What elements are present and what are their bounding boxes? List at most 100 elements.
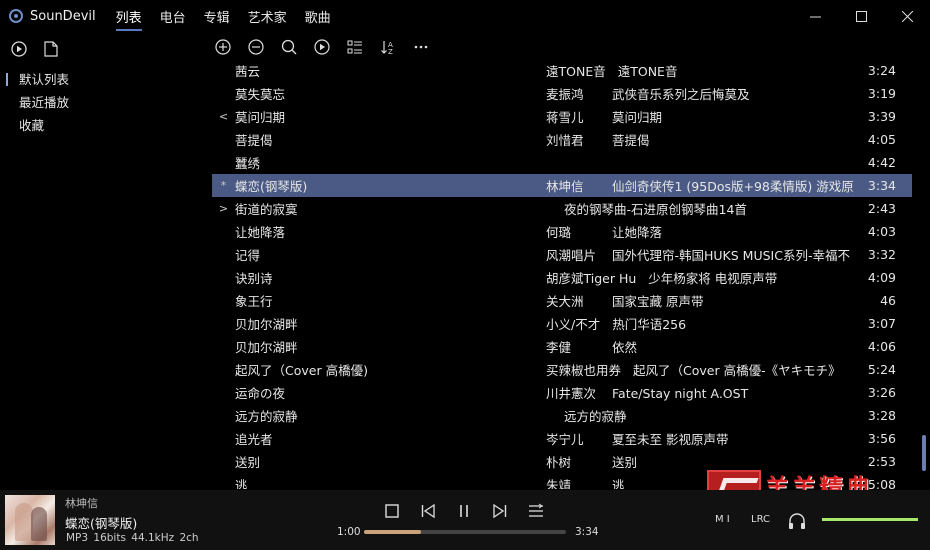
sidebar-item-default-list[interactable]: 默认列表: [0, 68, 210, 91]
track-duration: 4:05: [867, 132, 896, 147]
add-button[interactable]: [213, 37, 233, 57]
track-row[interactable]: 蠶绣 4:42: [212, 151, 912, 174]
pause-icon: [460, 505, 468, 517]
player-bar: 林坤信 蝶恋(钢琴版) MP3 16bits 44.1kHz 2ch 1:00 …: [0, 490, 930, 550]
track-row[interactable]: * 蝶恋(钢琴版) 林坤信 仙剑奇侠传1 (95Dos版+98柔情版) 游戏原声 3:3…: [212, 174, 912, 197]
track-title: 诀别诗: [235, 271, 273, 286]
track-artist-album: 何璐 让她降落: [546, 222, 854, 241]
list-icon: [347, 40, 362, 54]
app-title: SounDevil: [30, 8, 96, 24]
track-album: 远方的寂静: [564, 409, 627, 424]
svg-text:Z: Z: [388, 48, 393, 55]
track-row[interactable]: 茜云 遠TONE音 遠TONE音 3:24: [212, 59, 912, 82]
list-view-button[interactable]: [345, 37, 365, 57]
track-album: 夜的钢琴曲-石进原创钢琴曲14首: [564, 202, 747, 217]
track-title: 记得: [235, 248, 261, 263]
stop-icon: [385, 504, 399, 518]
nav-tab-album[interactable]: 专辑: [204, 4, 230, 29]
track-artist: 关大洲: [546, 294, 584, 309]
nav-tab-songs[interactable]: 歌曲: [305, 4, 331, 29]
track-duration: 5:24: [867, 362, 896, 377]
track-duration: 2:53: [867, 454, 896, 469]
track-row[interactable]: 莫失莫忘 麦振鸿 武侠音乐系列之后悔莫及 3:19: [212, 82, 912, 105]
track-artist-album: 岑宁儿 夏至未至 影视原声带: [546, 429, 854, 448]
track-duration: 4:42: [867, 155, 896, 170]
track-row[interactable]: 送别 朴树 送别 2:53: [212, 450, 912, 473]
close-button[interactable]: [884, 0, 930, 32]
track-artist: 买辣椒也用券: [546, 363, 622, 378]
new-list-button[interactable]: [42, 40, 60, 58]
track-list-scrollbar[interactable]: [918, 59, 930, 489]
track-artist: 蒋雪儿: [546, 110, 584, 125]
track-title: 远方的寂静: [235, 409, 298, 424]
lyrics-button[interactable]: LRC: [751, 514, 770, 525]
pause-button[interactable]: [453, 500, 475, 522]
more-button[interactable]: [411, 37, 431, 57]
track-row[interactable]: 追光者 岑宁儿 夏至未至 影视原声带 3:56: [212, 427, 912, 450]
minimize-button[interactable]: [792, 0, 838, 32]
track-duration: 5:08: [867, 477, 896, 489]
current-time: 1:00: [337, 526, 361, 538]
track-artist-album: 风潮唱片 国外代理帘-韩国HUKS MUSIC系列-幸福不: [546, 245, 854, 264]
nav-tab-artist[interactable]: 艺术家: [248, 4, 287, 29]
track-title: 送别: [235, 455, 261, 470]
track-duration: 4:03: [867, 224, 896, 239]
progress-fill: [364, 530, 421, 534]
track-row[interactable]: 象王行 关大洲 国家宝藏 原声带 46: [212, 289, 912, 312]
now-playing-title: 蝶恋(钢琴版): [65, 516, 138, 531]
track-row[interactable]: 运命の夜 川井憲次 Fate/Stay night A.OST 3:26: [212, 381, 912, 404]
scrollbar-thumb[interactable]: [922, 435, 926, 471]
previous-icon: [421, 503, 435, 519]
track-album: 送别: [612, 455, 638, 470]
remove-button[interactable]: [246, 37, 266, 57]
track-row[interactable]: 菩提偈 刘惜君 菩提偈 4:05: [212, 128, 912, 151]
track-row[interactable]: 让她降落 何璐 让她降落 4:03: [212, 220, 912, 243]
track-duration: 46: [880, 293, 896, 308]
next-button[interactable]: [489, 500, 511, 522]
track-row[interactable]: < 莫问归期 蒋雪儿 莫问归期 3:39: [212, 105, 912, 128]
track-title: 逃: [235, 478, 248, 489]
track-row[interactable]: 远方的寂静 远方的寂静 3:28: [212, 404, 912, 427]
plus-circle-icon: [215, 39, 231, 55]
track-row[interactable]: 起风了（Cover 高橋優) 买辣椒也用券 起风了（Cover 高橋優-《ヤキモチ》…: [212, 358, 912, 381]
track-title: 让她降落: [235, 225, 286, 240]
queue-list-icon: [529, 503, 543, 517]
sidebar-item-favorites[interactable]: 收藏: [0, 114, 210, 137]
track-title: 蠶绣: [235, 156, 261, 171]
track-row[interactable]: 逃 朱靖 逃 5:08: [212, 473, 912, 489]
sidebar: 默认列表 最近播放 收藏: [0, 34, 210, 489]
track-row[interactable]: 记得 风潮唱片 国外代理帘-韩国HUKS MUSIC系列-幸福不 3:32: [212, 243, 912, 266]
track-list: 茜云 遠TONE音 遠TONE音 3:24 莫失莫忘 麦振鸿 武侠音乐系列之后悔莫及 3:19…: [212, 59, 912, 489]
maximize-button[interactable]: [838, 0, 884, 32]
previous-button[interactable]: [417, 500, 439, 522]
track-row[interactable]: 贝加尔湖畔 李健 依然 4:06: [212, 335, 912, 358]
sidebar-item-recent[interactable]: 最近播放: [0, 91, 210, 114]
output-device-button[interactable]: [788, 512, 806, 530]
track-artist: 小义/不才: [546, 317, 601, 332]
track-artist: 川井憲次: [546, 386, 597, 401]
track-artist-album: 小义/不才 热门华语256: [546, 314, 854, 333]
track-artist: 刘惜君: [546, 133, 584, 148]
track-row[interactable]: > 街道的寂寞 夜的钢琴曲-石进原创钢琴曲14首 2:43: [212, 197, 912, 220]
track-album: 让她降落: [612, 225, 663, 240]
mini-mode-button[interactable]: M I: [715, 514, 730, 525]
track-artist-album: 朱靖 逃: [546, 475, 854, 489]
sort-button[interactable]: AZ: [378, 37, 398, 57]
now-playing-format: MP3 16bits 44.1kHz 2ch: [66, 532, 199, 544]
track-artist-album: 朴树 送别: [546, 452, 854, 471]
stop-button[interactable]: [381, 500, 403, 522]
play-list-button[interactable]: [10, 40, 28, 58]
nav-tab-playlist[interactable]: 列表: [115, 4, 142, 31]
album-cover[interactable]: [5, 495, 55, 545]
nav-tab-radio[interactable]: 电台: [160, 4, 186, 29]
play-all-button[interactable]: [312, 37, 332, 57]
track-artist: 朱靖: [546, 478, 572, 489]
track-artist-album: [546, 155, 854, 170]
search-button[interactable]: [279, 37, 299, 57]
volume-slider[interactable]: [822, 518, 918, 521]
progress-bar[interactable]: [364, 530, 566, 534]
track-album: Fate/Stay night A.OST: [612, 386, 749, 401]
track-row[interactable]: 贝加尔湖畔 小义/不才 热门华语256 3:07: [212, 312, 912, 335]
playlist-mode-button[interactable]: [525, 500, 547, 522]
track-row[interactable]: 诀别诗 胡彦斌Tiger Hu 少年杨家将 电视原声带 4:09: [212, 266, 912, 289]
